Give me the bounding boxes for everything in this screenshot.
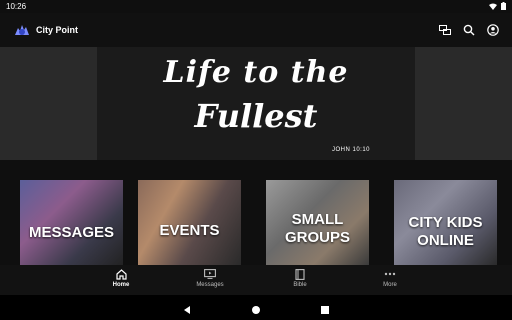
system-icons [489,2,506,12]
system-navigation-bar [0,295,512,320]
card-messages-photo [20,180,123,265]
card-small-groups[interactable]: SMALL GROUPS [266,180,369,265]
nav-home[interactable]: Home [91,268,151,288]
hero-reference: JOHN 10:10 [331,147,370,153]
nav-messages-label: Messages [196,282,224,288]
wifi-icon [489,3,497,12]
nav-messages[interactable]: Messages [180,268,240,288]
hero-right-panel [415,47,512,160]
battery-icon [501,2,506,12]
hero-left-panel [0,47,97,160]
hero-banner[interactable]: Life to the Fullest JOHN 10:10 [0,47,512,160]
recents-icon[interactable] [320,302,330,314]
hero-line1: Life to the [163,55,349,90]
home-icon [115,268,127,280]
nav-bible[interactable]: Bible [270,268,330,288]
book-icon [294,268,306,280]
card-events-label: EVENTS [159,222,220,239]
tv-icon [204,268,216,280]
app-bar: City Point [0,13,512,47]
status-bar: 10:26 [0,0,512,13]
card-small-groups-label: SMALL GROUPS [284,211,350,246]
hero-line2: Fullest [194,97,318,135]
nav-more-label: More [383,282,397,288]
card-city-kids-online-label: CITY KIDS ONLINE [408,214,483,249]
card-city-kids-online[interactable]: CITY KIDS ONLINE [394,180,497,265]
feature-cards: MESSAGES EVENTS SMALL GROUPS CITY KIDS O… [0,160,512,265]
city-point-logo-icon [14,23,30,37]
bottom-navigation: Home Messages Bible More [0,265,512,295]
card-messages[interactable]: MESSAGES [20,180,123,265]
back-icon[interactable] [182,302,192,314]
nav-home-label: Home [112,282,130,288]
chat-icon[interactable] [438,23,452,37]
more-dots-icon [384,268,396,280]
hero-center-panel: Life to the Fullest [97,47,415,160]
account-icon[interactable] [486,23,500,37]
card-events[interactable]: EVENTS [138,180,241,265]
nav-more[interactable]: More [360,268,420,288]
search-icon[interactable] [462,23,476,37]
card-messages-label: MESSAGES [28,224,115,241]
app-title: City Point [36,25,78,35]
home-circle-icon[interactable] [251,302,261,314]
status-time: 10:26 [6,2,27,11]
nav-bible-label: Bible [293,282,307,288]
